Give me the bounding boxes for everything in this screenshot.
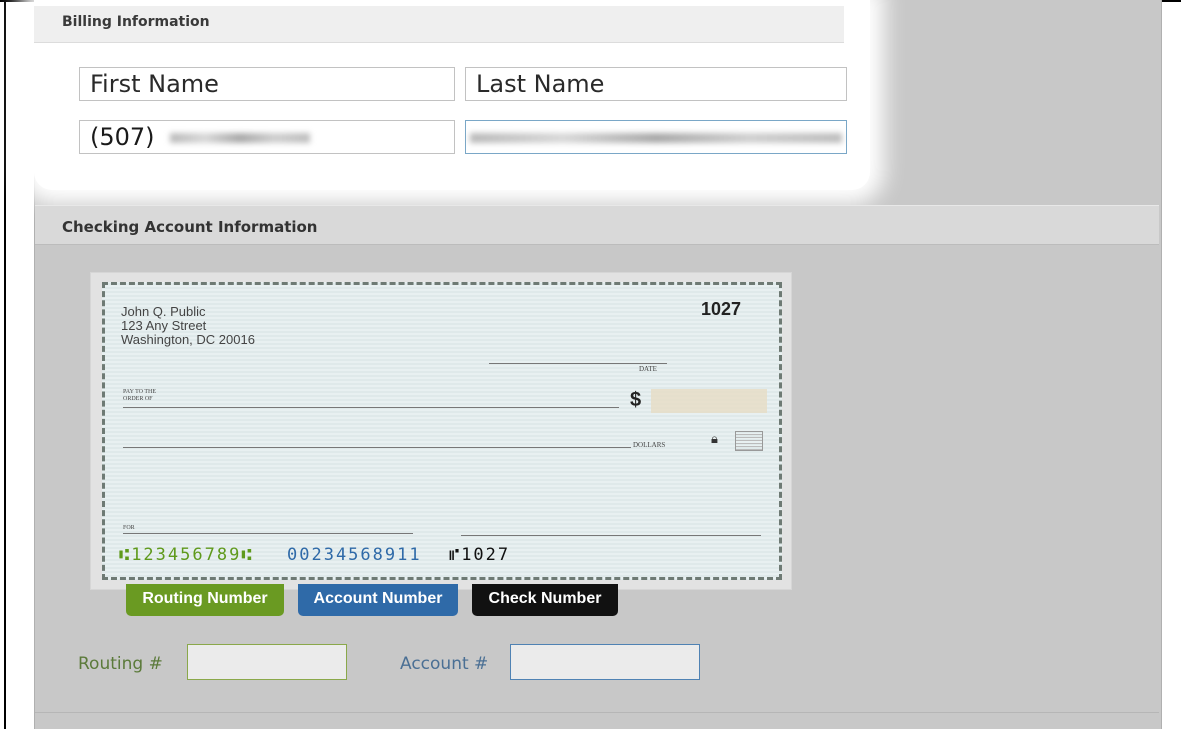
check-number-tag: Check Number bbox=[472, 584, 618, 616]
email-redaction bbox=[470, 133, 842, 143]
amount-box bbox=[651, 389, 767, 413]
micr-routing-number: ⑆123456789⑆ bbox=[119, 545, 254, 565]
lock-icon: 🔒︎ bbox=[711, 431, 718, 446]
dollars-label: DOLLARS bbox=[633, 441, 666, 449]
account-number-input[interactable] bbox=[510, 644, 700, 680]
account-number-tag: Account Number bbox=[298, 584, 458, 616]
date-label: DATE bbox=[639, 365, 657, 373]
sample-check-image: John Q. Public 123 Any Street Washington… bbox=[102, 282, 782, 580]
billing-section-title: Billing Information bbox=[62, 14, 210, 30]
signature-line bbox=[461, 535, 761, 536]
routing-number-input[interactable] bbox=[187, 644, 347, 680]
memo-line bbox=[123, 533, 413, 534]
last-name-field[interactable]: Last Name bbox=[465, 67, 847, 101]
micr-check-number: ⑈1027 bbox=[449, 545, 511, 565]
pay-to-line bbox=[123, 407, 619, 408]
phone-value: (507) bbox=[90, 123, 155, 151]
dollar-sign: $ bbox=[630, 389, 642, 411]
check-number-label: 1027 bbox=[701, 299, 742, 319]
date-line bbox=[489, 363, 667, 364]
checking-section-title: Checking Account Information bbox=[62, 218, 318, 236]
routing-number-label: Routing # bbox=[78, 654, 163, 674]
routing-number-tag: Routing Number bbox=[126, 584, 284, 616]
account-number-label: Account # bbox=[400, 654, 489, 674]
section-divider bbox=[35, 712, 1159, 713]
memo-label: FOR bbox=[123, 525, 135, 531]
micr-account-number: 00234568911 bbox=[287, 545, 422, 565]
check-owner-street: 123 Any Street bbox=[121, 318, 207, 333]
phone-redaction bbox=[170, 133, 310, 143]
pay-to-label: PAY TO THE ORDER OF bbox=[123, 389, 157, 402]
amount-words-line bbox=[123, 447, 631, 448]
check-owner-address: John Q. Public 123 Any Street Washington… bbox=[121, 305, 255, 347]
window-left-border bbox=[4, 0, 6, 729]
security-features-icon bbox=[735, 431, 763, 451]
first-name-field[interactable]: First Name bbox=[79, 67, 455, 101]
check-owner-name: John Q. Public bbox=[121, 304, 206, 319]
check-owner-city: Washington, DC 20016 bbox=[121, 332, 255, 347]
